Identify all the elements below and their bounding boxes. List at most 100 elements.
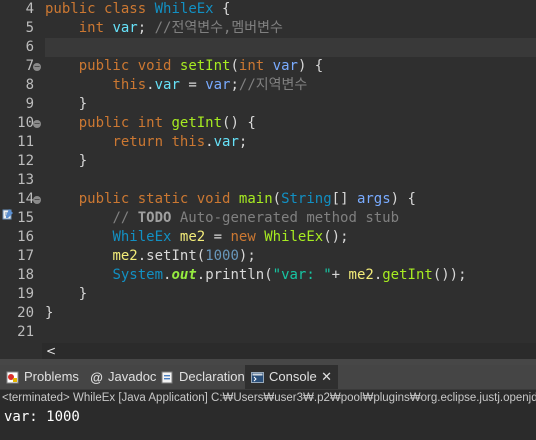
code-token: var <box>112 20 138 36</box>
code-token: 1000 <box>205 248 239 264</box>
code-token: ()); <box>432 267 467 283</box>
line-number: 14 <box>17 191 34 207</box>
code-token: args <box>356 191 391 207</box>
line-number: 18 <box>17 267 34 283</box>
code-line[interactable]: public void setInt(int var) { <box>45 57 536 76</box>
line-number: 21 <box>17 324 34 340</box>
line-number: 11 <box>17 134 34 150</box>
line-number: 19 <box>17 286 34 302</box>
code-line[interactable]: return this.var; <box>45 133 536 152</box>
code-token: ( <box>272 191 282 207</box>
code-token: ; <box>230 77 239 93</box>
line-number: 5 <box>25 20 34 36</box>
code-token: out <box>171 267 197 283</box>
code-token: me2 <box>112 248 138 264</box>
code-token: { <box>213 1 231 17</box>
tab-javadoc[interactable]: @ Javadoc <box>84 365 156 389</box>
code-line[interactable]: this.var = var;//지역변수 <box>45 76 536 95</box>
line-number: 9 <box>25 96 34 112</box>
code-token: WhileEx <box>154 1 214 17</box>
code-token: static <box>137 191 189 207</box>
console-output-area[interactable]: var: 1000 <box>0 406 536 440</box>
line-number: 12 <box>17 153 34 169</box>
problems-icon <box>6 371 19 384</box>
code-line[interactable]: public static void main(String[] args) { <box>45 190 536 209</box>
code-line[interactable]: public int getInt() { <box>45 114 536 133</box>
code-line[interactable]: } <box>45 304 536 323</box>
line-number: 4 <box>25 1 34 17</box>
code-line[interactable]: WhileEx me2 = new WhileEx(); <box>45 228 536 247</box>
code-line[interactable] <box>45 171 536 190</box>
code-line[interactable]: System.out.println("var: "+ me2.getInt()… <box>45 266 536 285</box>
code-editor[interactable]: 4 5 6 7−8 9 10−11 12 13 14−15 16 17 18 19 20 21 public… <box>0 0 536 343</box>
code-token: int <box>78 20 105 36</box>
tab-console-label: Console <box>269 369 317 384</box>
code-token: int <box>238 58 265 74</box>
code-line[interactable] <box>45 38 536 57</box>
tab-declaration-label: Declaration <box>179 369 245 384</box>
code-line[interactable]: // TODO Auto-generated method stub <box>45 209 536 228</box>
tab-declaration[interactable]: Declaration <box>155 365 245 389</box>
code-token: //전역변수,멤버변수 <box>154 20 283 36</box>
code-line[interactable] <box>45 323 536 342</box>
code-line[interactable]: } <box>45 285 536 304</box>
code-token: //지역변수 <box>238 77 308 93</box>
scroll-left-icon[interactable]: < <box>46 343 56 359</box>
code-token: . <box>146 77 155 93</box>
tab-problems-label: Problems <box>24 369 79 384</box>
line-number: 10 <box>17 115 34 131</box>
code-token: public <box>78 115 130 131</box>
code-token: ; <box>238 134 248 150</box>
code-line[interactable]: } <box>45 95 536 114</box>
code-token: new <box>230 229 256 245</box>
code-token: public <box>78 58 130 74</box>
code-token: this <box>171 134 206 150</box>
code-token: public <box>45 1 96 17</box>
console-output-line: var: 1000 <box>4 409 80 425</box>
code-token: // <box>112 210 138 226</box>
code-token: var <box>272 58 298 74</box>
line-number: 13 <box>17 172 34 188</box>
code-token: + <box>331 267 349 283</box>
code-token: class <box>104 1 147 17</box>
tab-console[interactable]: Console ✕ <box>245 365 338 389</box>
code-line[interactable]: } <box>45 152 536 171</box>
fold-toggle-icon[interactable]: − <box>33 120 41 128</box>
tab-javadoc-label: Javadoc <box>108 369 157 384</box>
horizontal-scrollbar[interactable]: < <box>42 343 536 359</box>
code-token: setInt <box>146 248 197 264</box>
code-line[interactable]: me2.setInt(1000); <box>45 247 536 266</box>
code-token: } <box>45 96 88 112</box>
tab-problems[interactable]: Problems <box>0 365 82 389</box>
code-token: WhileEx <box>112 229 172 245</box>
code-token: "var: " <box>272 267 332 283</box>
close-icon[interactable]: ✕ <box>321 365 332 389</box>
code-token: TODO <box>137 210 172 226</box>
code-token: ; <box>137 20 155 36</box>
code-token: = <box>205 229 231 245</box>
scroll-track[interactable] <box>62 346 536 356</box>
code-token: WhileEx <box>264 229 324 245</box>
fold-toggle-icon[interactable]: − <box>33 63 41 71</box>
fold-toggle-icon[interactable]: − <box>33 196 41 204</box>
code-token: int <box>137 115 164 131</box>
code-line[interactable]: int var; //전역변수,멤버변수 <box>45 19 536 38</box>
task-marker-icon[interactable] <box>2 208 14 220</box>
code-token: . <box>373 267 383 283</box>
code-token: main <box>238 191 273 207</box>
code-line[interactable]: public class WhileEx { <box>45 0 536 19</box>
line-number: 20 <box>17 305 34 321</box>
